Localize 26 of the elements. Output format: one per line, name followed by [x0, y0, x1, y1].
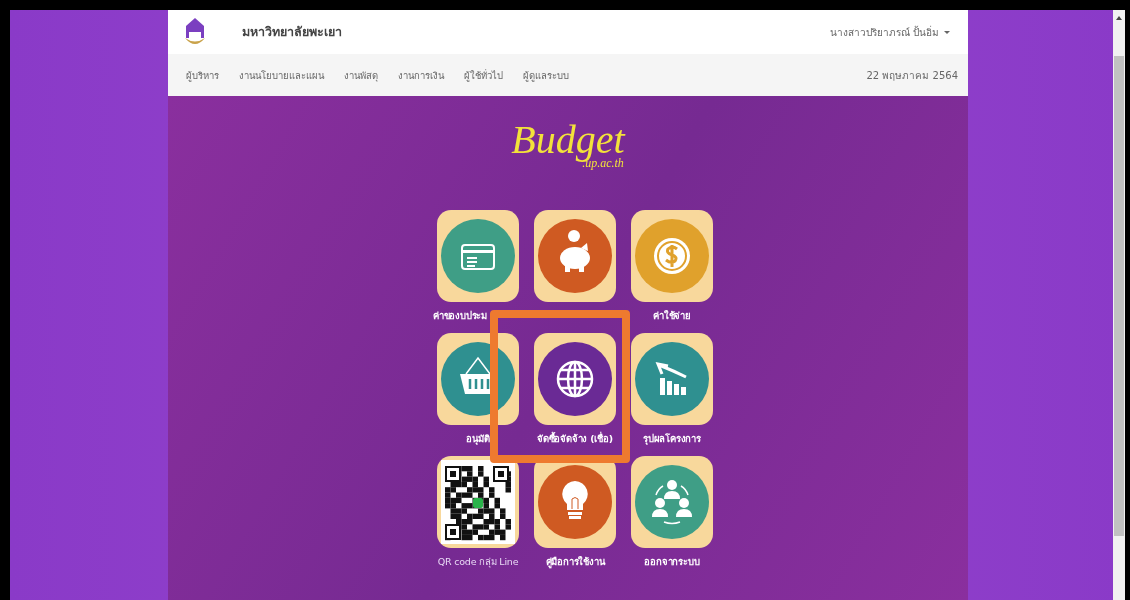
nav-link[interactable]: งานพัสดุ	[336, 67, 386, 83]
menu-tile-button[interactable]	[437, 333, 519, 425]
nav-link[interactable]: ผู้บริหาร	[178, 67, 227, 83]
menu-label[interactable]: จัดซื้อจัดจ้าง (เชื่อ)	[537, 431, 613, 446]
menu-tile-button[interactable]	[631, 210, 713, 302]
menu-label[interactable]: รุปผลโครงการ	[643, 431, 701, 446]
menu-tile-button[interactable]	[534, 333, 616, 425]
nav-link[interactable]: งานการเงิน	[390, 67, 452, 83]
nav-link[interactable]: ผู้ใช้ทั่วไป	[456, 67, 511, 83]
menu-label[interactable]: ค่าของบประม	[433, 308, 487, 323]
nav-link[interactable]: งานนโยบายและแผน	[231, 67, 332, 83]
menu-label[interactable]: อนุมัติ	[466, 431, 490, 446]
menu-tile-button[interactable]	[631, 456, 713, 548]
menu-tile-button[interactable]	[534, 210, 616, 302]
date-text: 22 พฤษภาคม 2564	[866, 68, 958, 83]
user-menu[interactable]: นางสาวปริยาภรณ์ ปั้นอิ่ม	[829, 24, 950, 40]
nav-link[interactable]: ผู้ดูแลระบบ	[515, 67, 577, 83]
menu-label[interactable]: QR code กลุ่ม Line	[437, 554, 519, 569]
menu-tile-button[interactable]	[437, 210, 519, 302]
qr-code[interactable]	[437, 456, 519, 548]
menu-label[interactable]: ออกจากระบบ	[644, 554, 700, 569]
caret-icon	[944, 30, 950, 34]
site-title: มหาวิทยาลัยพะเยา	[242, 23, 342, 41]
menu-tile-button[interactable]	[631, 333, 713, 425]
menu-label[interactable]: คู่มือการใช้งาน	[545, 554, 605, 569]
menu-label[interactable]: ค่าใช้จ่าย	[653, 308, 691, 323]
